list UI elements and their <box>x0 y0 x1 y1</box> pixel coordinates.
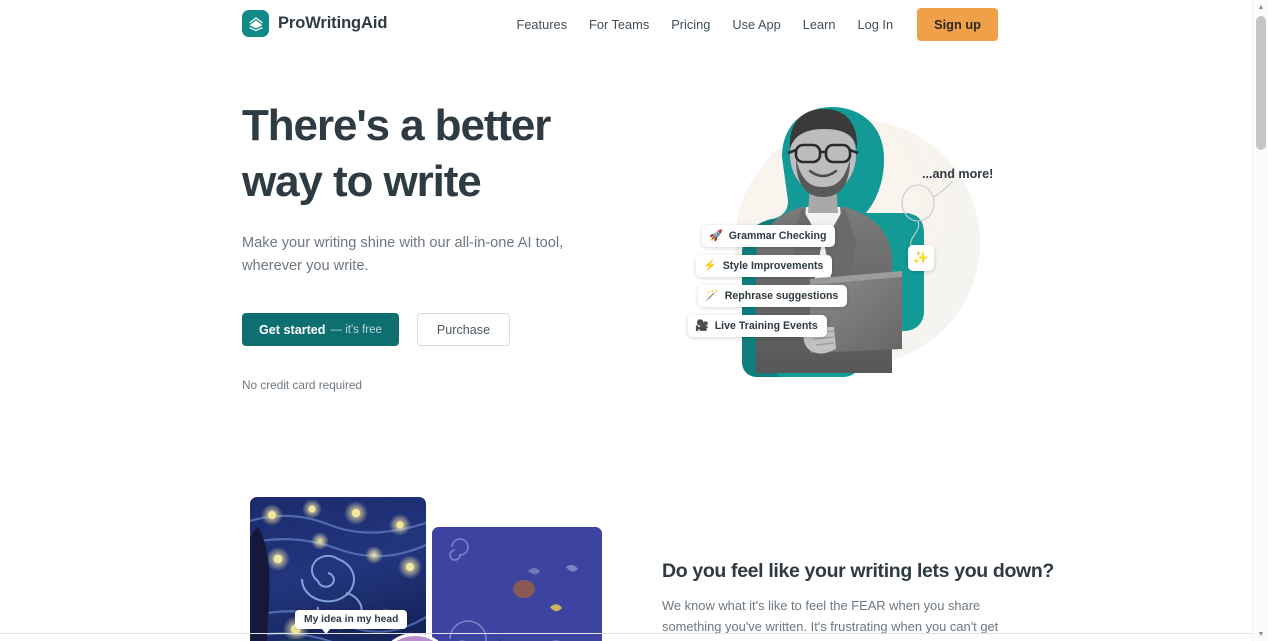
get-started-button[interactable]: Get started — it's free <box>242 313 399 346</box>
main-nav: Features For Teams Pricing Use App Learn… <box>506 8 998 41</box>
page-bottom-divider <box>0 633 1252 634</box>
section2-copy: Do you feel like your writing lets you d… <box>662 560 1054 641</box>
hero-subtitle: Make your writing shine with our all-in-… <box>242 235 564 274</box>
site-header: ProWritingAid Features For Teams Pricing… <box>0 0 1252 48</box>
vertical-scrollbar[interactable]: ▲ ▼ <box>1252 0 1268 641</box>
section2-illustration: My idea in my head <box>242 489 642 641</box>
scrollbar-thumb[interactable] <box>1256 16 1266 150</box>
scroll-up-arrow-icon[interactable]: ▲ <box>1253 0 1268 14</box>
feature-chip-list: 🚀 Grammar Checking ⚡ Style Improvements … <box>688 225 848 345</box>
feature-chip-style-improvements: ⚡ Style Improvements <box>696 255 833 277</box>
get-started-sublabel: — it's free <box>330 323 382 336</box>
purchase-button[interactable]: Purchase <box>416 313 511 346</box>
feature-chip-label: Grammar Checking <box>728 230 827 242</box>
stacked-pages-icon <box>242 10 269 37</box>
section2-title: Do you feel like your writing lets you d… <box>662 560 1054 582</box>
section2-body: We know what it's like to feel the FEAR … <box>662 598 999 641</box>
feature-chip-label: Live Training Events <box>714 320 818 332</box>
scroll-down-arrow-icon[interactable]: ▼ <box>1253 627 1268 641</box>
lightning-icon: ⚡ <box>703 259 717 272</box>
video-camera-icon: 🎥 <box>695 319 709 332</box>
feature-chip-label: Style Improvements <box>722 260 824 272</box>
no-credit-card-note: No credit card required <box>242 378 362 392</box>
and-more-label: ...and more! <box>922 167 994 181</box>
nav-link-features[interactable]: Features <box>506 9 579 40</box>
nav-link-for-teams[interactable]: For Teams <box>578 9 660 40</box>
nav-link-pricing[interactable]: Pricing <box>660 9 721 40</box>
hero-actions: Get started — it's free Purchase <box>242 313 642 346</box>
nav-link-log-in[interactable]: Log In <box>846 9 904 40</box>
hero-copy: There's a better way to write Make your … <box>242 98 642 392</box>
simplified-blue-painting <box>432 527 602 641</box>
nav-link-use-app[interactable]: Use App <box>721 9 791 40</box>
sign-up-button[interactable]: Sign up <box>917 8 998 41</box>
get-started-label: Get started <box>259 322 326 337</box>
feature-chip-rephrase-suggestions: 🪄 Rephrase suggestions <box>698 285 848 307</box>
nav-link-learn[interactable]: Learn <box>792 9 847 40</box>
hero-illustration: 🚀 Grammar Checking ⚡ Style Improvements … <box>660 95 1020 395</box>
magic-wand-icon: 🪄 <box>705 289 719 302</box>
sparkles-icon: ✨ <box>908 245 934 271</box>
feature-chip-label: Rephrase suggestions <box>724 290 839 302</box>
hero-title: There's a better way to write <box>242 101 551 206</box>
feature-chip-live-training-events: 🎥 Live Training Events <box>688 315 827 337</box>
brand-logo-link[interactable]: ProWritingAid <box>242 10 387 37</box>
feature-chip-grammar-checking: 🚀 Grammar Checking <box>702 225 836 247</box>
page-root: ProWritingAid Features For Teams Pricing… <box>0 0 1268 641</box>
brand-name: ProWritingAid <box>278 14 388 32</box>
rocket-icon: 🚀 <box>709 229 723 242</box>
image-caption-bubble: My idea in my head <box>295 610 408 634</box>
